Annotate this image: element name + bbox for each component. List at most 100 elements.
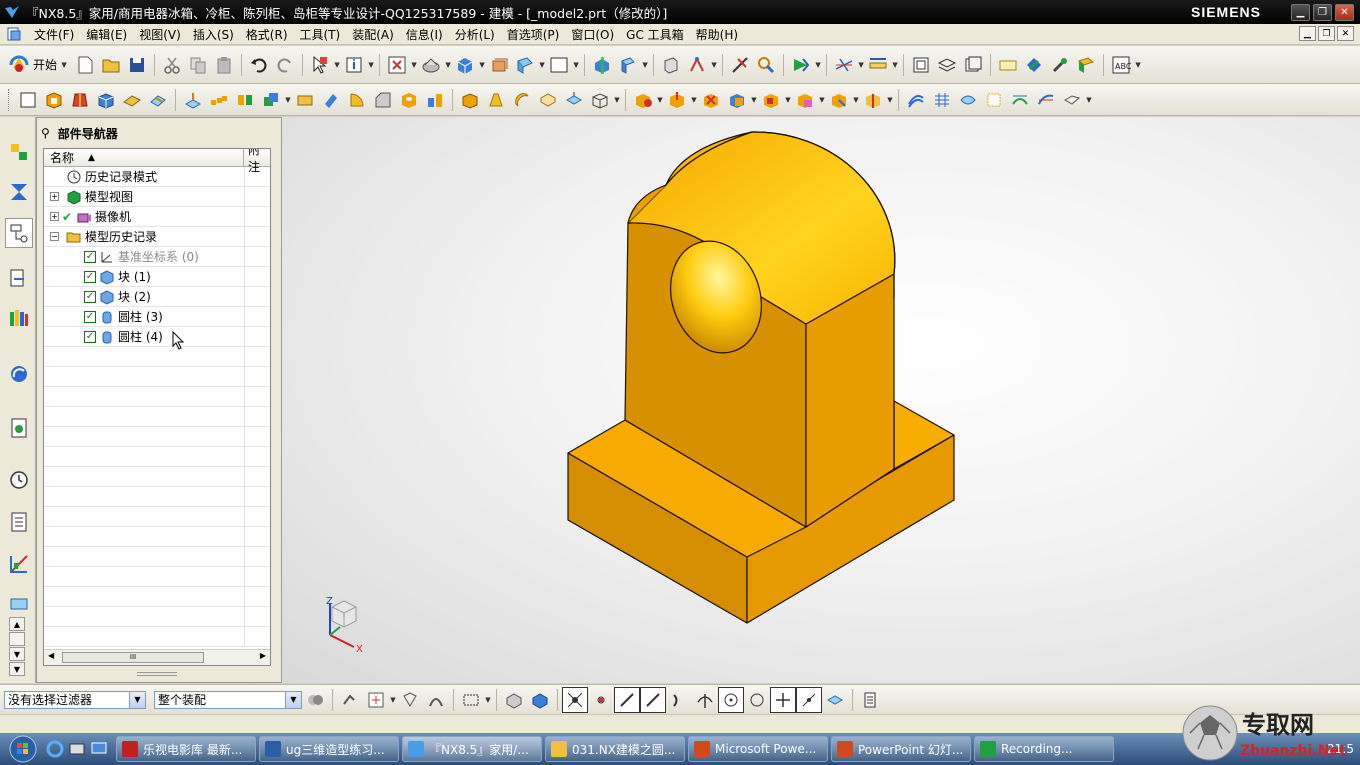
document-menu-icon[interactable] — [6, 26, 22, 42]
surface-offset-icon[interactable] — [1059, 87, 1085, 113]
replace-face-icon[interactable] — [724, 87, 750, 113]
through-curve-mesh-icon[interactable] — [929, 87, 955, 113]
history-palette-tab[interactable] — [5, 413, 33, 443]
snap-mid-point-icon[interactable] — [588, 687, 614, 713]
menu-help[interactable]: 帮助(H) — [690, 26, 744, 43]
snap-tangent-icon[interactable] — [640, 686, 666, 713]
snap-point-icon[interactable] — [684, 52, 710, 78]
visibility-checkbox[interactable]: ✓ — [84, 270, 96, 283]
wireframe-box-icon[interactable] — [587, 87, 613, 113]
taskbar-item-recording[interactable]: Recording... — [974, 736, 1114, 762]
constraint-navigator-tab[interactable] — [5, 177, 33, 207]
revolve-icon[interactable] — [67, 87, 93, 113]
edit-object-display-icon[interactable] — [658, 52, 684, 78]
history-tab[interactable] — [5, 465, 33, 495]
tree-row-cylinder-3[interactable]: ✓ 圆柱 (3) — [44, 307, 270, 327]
maximize-button[interactable]: ❐ — [1313, 3, 1332, 21]
ruler-icon[interactable] — [865, 52, 891, 78]
pin-icon[interactable]: ⚲ — [41, 126, 50, 140]
cut-icon[interactable] — [159, 52, 185, 78]
expand-icon[interactable]: + — [50, 192, 59, 201]
datum-plane-icon[interactable] — [180, 87, 206, 113]
tools-icon[interactable] — [1047, 52, 1073, 78]
swept-icon[interactable] — [955, 87, 981, 113]
system-materials-tab[interactable] — [5, 507, 33, 537]
snap-end-point-icon[interactable] — [562, 686, 588, 713]
text-properties-icon[interactable]: ABC — [1108, 52, 1134, 78]
edge-blend-icon[interactable] — [344, 87, 370, 113]
menu-file[interactable]: 文件(F) — [28, 26, 80, 43]
section-view-icon[interactable] — [589, 52, 615, 78]
type-filter-dropdown[interactable]: 没有选择过滤器 ▼ — [4, 690, 146, 709]
measure-icon[interactable] — [753, 52, 779, 78]
tree-row-camera[interactable]: + ✔ 摄像机 — [44, 207, 270, 227]
snap-line-icon[interactable] — [614, 686, 640, 713]
part-navigator-tab[interactable] — [5, 218, 33, 248]
taskbar-item-folder[interactable]: 031.NX建模之圆... — [545, 736, 685, 762]
copy-icon[interactable] — [185, 52, 211, 78]
roles-tab[interactable] — [5, 587, 33, 617]
minimize-button[interactable]: ▁ — [1291, 3, 1310, 21]
close-button[interactable]: ✕ — [1335, 3, 1354, 21]
tree-row-datum-csys[interactable]: ✓ 基准坐标系 (0) — [44, 247, 270, 267]
visibility-checkbox[interactable]: ✓ — [84, 310, 96, 323]
draft-icon[interactable] — [483, 87, 509, 113]
assembly-navigator-tab[interactable] — [5, 137, 33, 167]
menu-format[interactable]: 格式(R) — [240, 26, 294, 43]
through-curves-icon[interactable] — [903, 87, 929, 113]
plane-icon[interactable] — [119, 87, 145, 113]
scale-body-icon[interactable] — [561, 87, 587, 113]
rendering-style-icon[interactable] — [418, 52, 444, 78]
delete-face-icon[interactable] — [698, 87, 724, 113]
view-orientation-icon[interactable] — [452, 52, 478, 78]
tree-row-cylinder-4[interactable]: ✓ 圆柱 (4) — [44, 327, 270, 350]
resource-scroll-down-button[interactable]: ▼ — [9, 647, 25, 661]
selection-scope-dropdown[interactable]: 整个装配 ▼ — [154, 690, 302, 709]
scroll-right-icon[interactable]: ▶ — [260, 651, 266, 660]
note-icon[interactable] — [995, 52, 1021, 78]
redo-icon[interactable] — [272, 52, 298, 78]
note-column-header[interactable]: 附注 — [244, 149, 270, 174]
visibility-checkbox[interactable]: ✓ — [84, 330, 96, 343]
menu-assembly[interactable]: 装配(A) — [346, 26, 400, 43]
scroll-thumb[interactable]: III — [62, 652, 204, 663]
paste-icon[interactable] — [211, 52, 237, 78]
menu-preferences[interactable]: 首选项(P) — [501, 26, 566, 43]
new-file-icon[interactable] — [72, 52, 98, 78]
menu-analysis[interactable]: 分析(L) — [449, 26, 501, 43]
start-button[interactable]: 开始 ▼ — [4, 52, 72, 78]
resize-blend-icon[interactable] — [792, 87, 818, 113]
tree-row-model-views[interactable]: + 模型视图 — [44, 187, 270, 207]
doc-close-button[interactable]: ✕ — [1337, 26, 1354, 41]
web-browser-tab[interactable] — [5, 359, 33, 389]
snap-point-on-face-icon[interactable] — [822, 687, 848, 713]
resource-scroll-track[interactable] — [9, 632, 25, 646]
taskbar-item-nx[interactable]: 『NX8.5』家用/... — [402, 736, 542, 762]
studio-surface-icon[interactable] — [1033, 87, 1059, 113]
layer-settings-icon[interactable] — [486, 52, 512, 78]
tree-row-block-2[interactable]: ✓ 块 (2) — [44, 287, 270, 307]
visibility-checkbox[interactable]: ✓ — [84, 250, 96, 263]
taskbar-item-slideshow[interactable]: PowerPoint 幻灯... — [831, 736, 971, 762]
menu-window[interactable]: 窗口(O) — [565, 26, 620, 43]
follow-selection-icon[interactable] — [397, 687, 423, 713]
reuse-library-tab[interactable] — [5, 263, 33, 293]
snap-intersection-icon[interactable] — [692, 687, 718, 713]
trim-body-icon[interactable] — [292, 87, 318, 113]
process-studio-tab[interactable] — [5, 549, 33, 579]
clip-section-icon[interactable] — [615, 52, 641, 78]
reuse-library-icon[interactable] — [1073, 52, 1099, 78]
reset-filter-icon[interactable] — [337, 687, 363, 713]
expand-icon[interactable]: + — [50, 212, 59, 221]
assembly-navigator-icon[interactable] — [1021, 52, 1047, 78]
navigator-horizontal-scrollbar[interactable]: ◀ III ▶ — [44, 649, 270, 665]
pull-face-icon[interactable] — [664, 87, 690, 113]
taskbar-item-powerpoint[interactable]: Microsoft Powe... — [688, 736, 828, 762]
menu-edit[interactable]: 编辑(E) — [80, 26, 133, 43]
information-icon[interactable] — [341, 52, 367, 78]
collapse-icon[interactable]: − — [50, 232, 59, 241]
doc-restore-button[interactable]: ❐ — [1318, 26, 1335, 41]
snap-arc-center-icon[interactable] — [718, 686, 744, 713]
fit-view-icon[interactable] — [384, 52, 410, 78]
stacked-layers-icon[interactable] — [960, 52, 986, 78]
